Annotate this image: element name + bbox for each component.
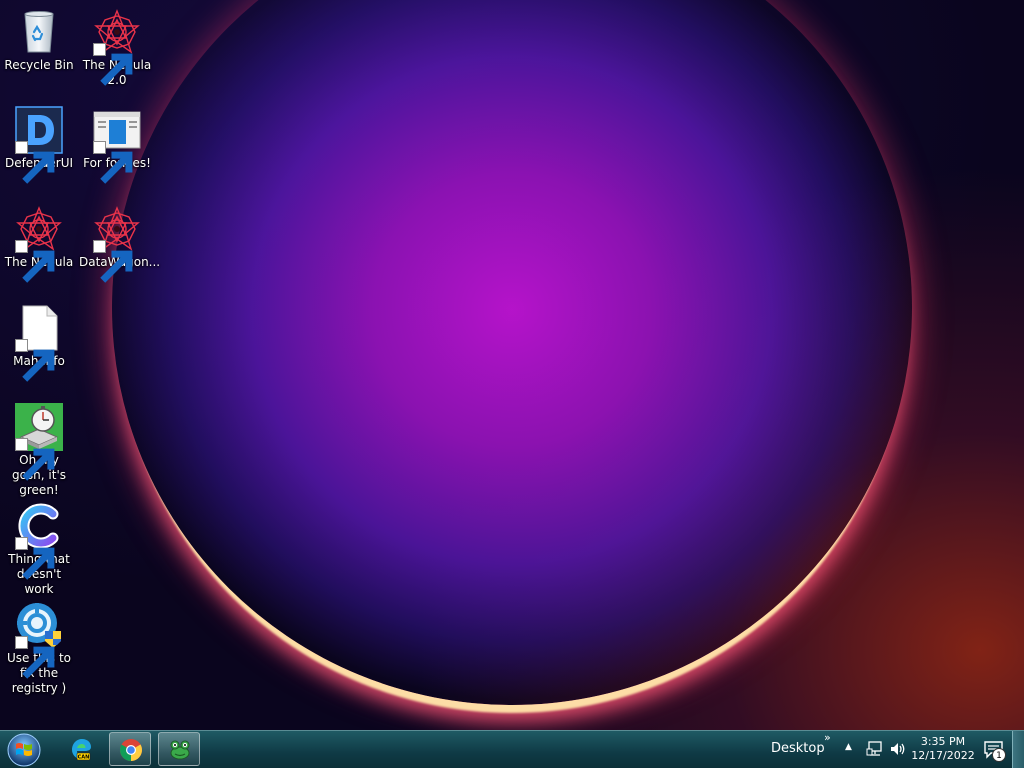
desktop-icon-green[interactable]: Oh my gosh, it's green!	[1, 403, 77, 498]
volume-icon[interactable]	[889, 740, 907, 758]
nebula-icon	[93, 205, 141, 283]
window-app-icon	[93, 106, 141, 184]
clock-date: 12/17/2022	[911, 749, 975, 762]
desktop-background: Recycle Bin The Nebula 2.0 DefenderUI Fo…	[0, 0, 1024, 730]
edge-can-icon: CAN	[72, 739, 91, 761]
desktop-icon-recycle-bin[interactable]: Recycle Bin	[1, 8, 77, 73]
desktop-icon-the-nebula[interactable]: The Nebula	[1, 205, 77, 283]
shortcut-arrow-icon	[15, 537, 55, 580]
c-logo-icon	[15, 502, 63, 580]
shortcut-arrow-icon	[15, 240, 55, 283]
icon-label: Recycle Bin	[4, 58, 74, 72]
desktop-icon-datawagon[interactable]: DataWagon...	[79, 205, 160, 283]
svg-text:CAN: CAN	[78, 755, 90, 761]
registry-fix-icon	[15, 601, 63, 679]
desktop-icon-for-forkies[interactable]: For forkies!	[79, 106, 155, 184]
desktop-toolbar-label[interactable]: Desktop	[771, 741, 825, 756]
system-clock[interactable]: 3:35 PM 12/17/2022	[908, 735, 978, 763]
desktop-icon-the-nebula-2[interactable]: The Nebula 2.0	[79, 8, 155, 88]
wallpaper-glow	[112, 0, 912, 705]
clock-time: 3:35 PM	[920, 735, 966, 748]
chrome-icon	[120, 739, 142, 761]
start-button[interactable]	[6, 732, 42, 768]
show-hidden-icons-button[interactable]: ▲	[845, 742, 852, 752]
shortcut-arrow-icon	[93, 240, 133, 283]
shortcut-arrow-icon	[93, 141, 133, 184]
toolbar-chevron-icon[interactable]: »	[824, 731, 831, 744]
disk-cleanup-icon	[15, 403, 63, 481]
taskbar-edge-can-button[interactable]: CAN	[60, 732, 102, 766]
show-desktop-button[interactable]	[1012, 731, 1024, 768]
blank-file-icon	[15, 304, 63, 382]
nebula-icon	[15, 205, 63, 283]
notification-count-badge: 1	[992, 748, 1006, 762]
desktop-icon-thing-that-doesnt-work[interactable]: Thing that doesn't work	[1, 502, 77, 597]
shortcut-arrow-icon	[15, 141, 55, 184]
network-icon[interactable]	[866, 740, 884, 758]
shortcut-arrow-icon	[15, 339, 55, 382]
frog-app-icon	[170, 740, 190, 760]
defenderui-icon	[15, 106, 63, 184]
windows-logo-icon	[7, 733, 41, 767]
nebula-icon	[93, 8, 141, 86]
recycle-bin-icon	[15, 8, 63, 56]
desktop-icon-fix-registry[interactable]: Use this to fix the registry )	[1, 601, 77, 696]
shortcut-arrow-icon	[15, 438, 55, 481]
taskbar-frog-app-button[interactable]	[158, 732, 200, 766]
shortcut-arrow-icon	[93, 43, 133, 86]
shortcut-arrow-icon	[15, 636, 55, 679]
taskbar-chrome-button[interactable]	[109, 732, 151, 766]
desktop-icon-defenderui[interactable]: DefenderUI	[1, 106, 77, 184]
taskbar: CAN Desktop » ▲ 3:35 PM 12/17/2022 1	[0, 730, 1024, 768]
desktop-icon-mah-info[interactable]: Mah info	[1, 304, 77, 382]
